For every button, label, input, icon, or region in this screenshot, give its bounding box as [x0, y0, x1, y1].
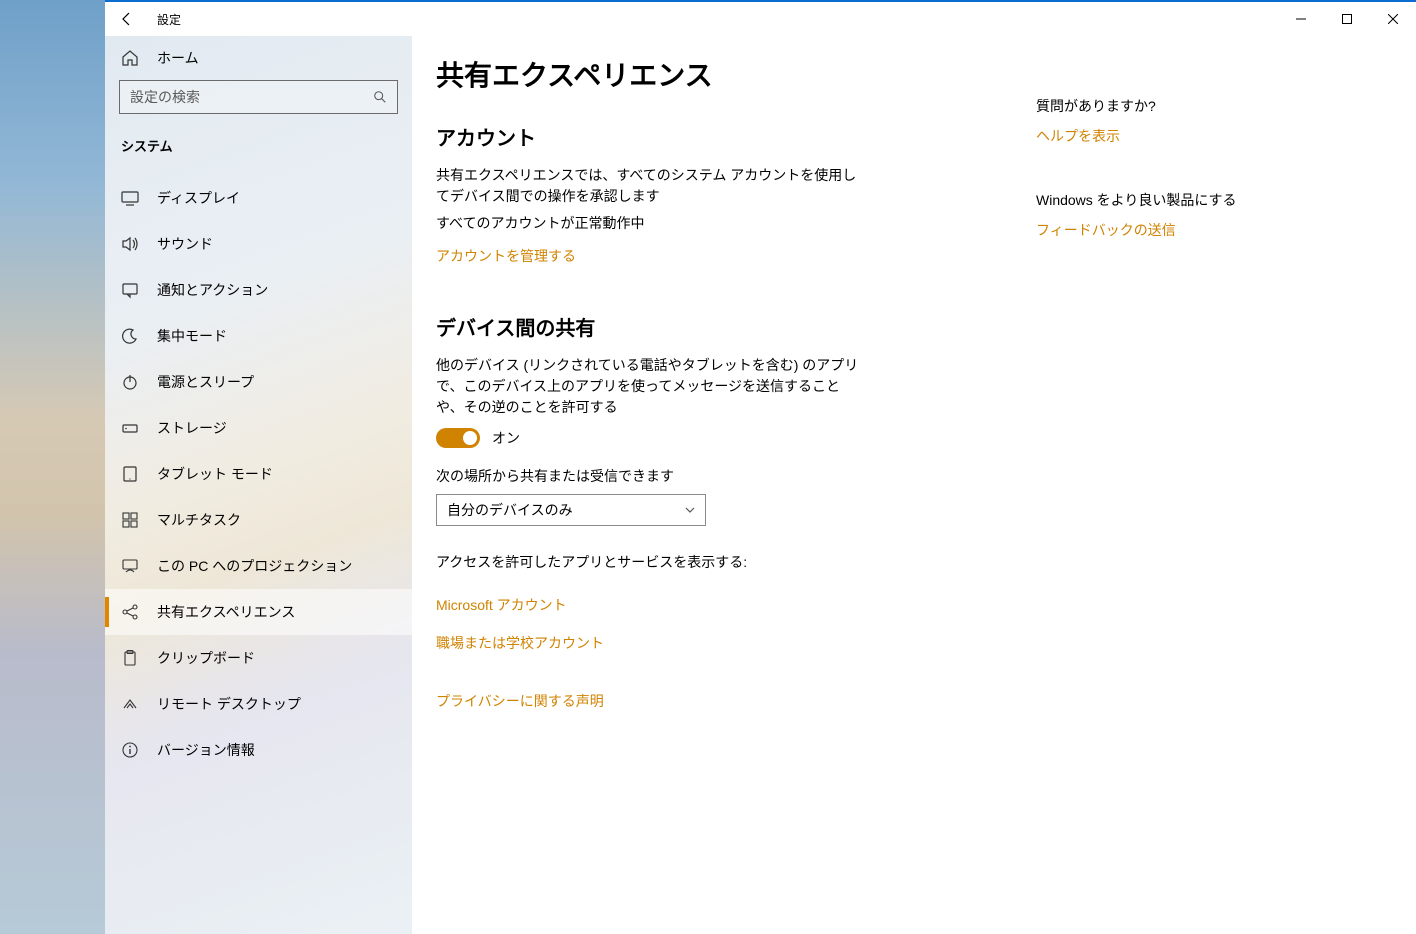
- main-column: 共有エクスペリエンス アカウント 共有エクスペリエンスでは、すべてのシステム ア…: [436, 54, 976, 934]
- sidebar-item-label: ストレージ: [157, 418, 227, 438]
- sidebar-item-notifications[interactable]: 通知とアクション: [105, 267, 412, 313]
- sidebar-item-label: リモート デスクトップ: [157, 694, 301, 714]
- sidebar-item-projecting[interactable]: この PC へのプロジェクション: [105, 543, 412, 589]
- sharing-toggle-row: オン: [436, 428, 976, 448]
- sidebar-item-about[interactable]: バージョン情報: [105, 727, 412, 773]
- sidebar-item-storage[interactable]: ストレージ: [105, 405, 412, 451]
- focus-icon: [121, 327, 139, 345]
- right-column: 質問がありますか? ヘルプを表示 Windows をより良い製品にする フィード…: [1036, 54, 1296, 934]
- main-pane: 共有エクスペリエンス アカウント 共有エクスペリエンスでは、すべてのシステム ア…: [412, 36, 1416, 934]
- sidebar-category: システム: [105, 124, 412, 161]
- sidebar-item-label: 通知とアクション: [157, 280, 268, 300]
- access-apps-label: アクセスを許可したアプリとサービスを表示する:: [436, 552, 866, 573]
- share-scope-label: 次の場所から共有または受信できます: [436, 466, 976, 486]
- home-button[interactable]: ホーム: [105, 36, 412, 80]
- get-help-link[interactable]: ヘルプを表示: [1036, 126, 1296, 146]
- home-icon: [121, 49, 139, 67]
- notifications-icon: [121, 281, 139, 299]
- sidebar-item-label: クリップボード: [157, 648, 255, 668]
- account-description: 共有エクスペリエンスでは、すべてのシステム アカウントを使用してデバイス間での操…: [436, 165, 866, 207]
- window-title: 設定: [157, 11, 181, 28]
- share-scope-select[interactable]: 自分のデバイスのみ: [436, 494, 706, 526]
- search-box[interactable]: [119, 80, 398, 114]
- content-area: ホーム システム ディスプレイ サウンド: [105, 36, 1416, 934]
- sidebar-item-sound[interactable]: サウンド: [105, 221, 412, 267]
- arrow-left-icon: [119, 11, 135, 27]
- maximize-icon: [1342, 14, 1352, 24]
- sidebar-item-label: 共有エクスペリエンス: [157, 602, 295, 622]
- shared-icon: [121, 603, 139, 621]
- sidebar-item-clipboard[interactable]: クリップボード: [105, 635, 412, 681]
- sidebar-item-label: バージョン情報: [157, 740, 255, 760]
- titlebar-left: 設定: [113, 5, 181, 33]
- sidebar-item-shared-experiences[interactable]: 共有エクスペリエンス: [105, 589, 412, 635]
- display-icon: [121, 189, 139, 207]
- maximize-button[interactable]: [1324, 3, 1370, 35]
- manage-accounts-link[interactable]: アカウントを管理する: [436, 246, 576, 266]
- sharing-description: 他のデバイス (リンクされている電話やタブレットを含む) のアプリで、このデバイ…: [436, 355, 866, 418]
- window-controls: [1278, 3, 1416, 35]
- storage-icon: [121, 419, 139, 437]
- page-title: 共有エクスペリエンス: [436, 54, 976, 94]
- toggle-knob: [463, 431, 477, 445]
- minimize-icon: [1296, 14, 1306, 24]
- clipboard-icon: [121, 649, 139, 667]
- sidebar-item-remote-desktop[interactable]: リモート デスクトップ: [105, 681, 412, 727]
- projecting-icon: [121, 557, 139, 575]
- tablet-icon: [121, 465, 139, 483]
- home-label: ホーム: [157, 48, 199, 68]
- sidebar-item-multitask[interactable]: マルチタスク: [105, 497, 412, 543]
- sidebar-item-display[interactable]: ディスプレイ: [105, 175, 412, 221]
- select-value: 自分のデバイスのみ: [447, 500, 573, 520]
- search-icon: [373, 90, 387, 104]
- sidebar-nav: ディスプレイ サウンド 通知とアクション 集中モード 電源とスリープ: [105, 175, 412, 773]
- sharing-heading: デバイス間の共有: [436, 312, 976, 341]
- sidebar-item-label: ディスプレイ: [157, 188, 240, 208]
- account-status: すべてのアカウントが正常動作中: [436, 213, 866, 234]
- sidebar-item-label: この PC へのプロジェクション: [157, 556, 352, 576]
- sound-icon: [121, 235, 139, 253]
- sidebar-item-label: タブレット モード: [157, 464, 273, 484]
- sidebar-item-label: 電源とスリープ: [157, 372, 254, 392]
- sidebar-item-label: マルチタスク: [157, 510, 241, 530]
- close-button[interactable]: [1370, 3, 1416, 35]
- minimize-button[interactable]: [1278, 3, 1324, 35]
- desktop-edge: [0, 0, 105, 934]
- multitask-icon: [121, 511, 139, 529]
- send-feedback-link[interactable]: フィードバックの送信: [1036, 220, 1296, 240]
- titlebar: 設定: [105, 2, 1416, 36]
- help-heading: 質問がありますか?: [1036, 96, 1296, 116]
- toggle-state-label: オン: [492, 428, 520, 448]
- close-icon: [1388, 14, 1398, 24]
- feedback-heading: Windows をより良い製品にする: [1036, 190, 1296, 210]
- sharing-toggle[interactable]: [436, 428, 480, 448]
- back-button[interactable]: [113, 5, 141, 33]
- sidebar-item-label: サウンド: [157, 234, 213, 254]
- chevron-down-icon: [685, 505, 695, 515]
- account-heading: アカウント: [436, 122, 976, 151]
- work-school-account-link[interactable]: 職場または学校アカウント: [436, 633, 604, 653]
- sidebar-item-label: 集中モード: [157, 326, 227, 346]
- sidebar: ホーム システム ディスプレイ サウンド: [105, 36, 412, 934]
- settings-window: 設定 ホーム: [105, 0, 1416, 934]
- sidebar-item-power[interactable]: 電源とスリープ: [105, 359, 412, 405]
- privacy-statement-link[interactable]: プライバシーに関する声明: [436, 691, 604, 711]
- microsoft-account-link[interactable]: Microsoft アカウント: [436, 595, 567, 615]
- about-icon: [121, 741, 139, 759]
- search-input[interactable]: [130, 89, 363, 105]
- search-wrap: [105, 80, 412, 124]
- sidebar-item-focus[interactable]: 集中モード: [105, 313, 412, 359]
- sidebar-item-tablet[interactable]: タブレット モード: [105, 451, 412, 497]
- remote-icon: [121, 695, 139, 713]
- power-icon: [121, 373, 139, 391]
